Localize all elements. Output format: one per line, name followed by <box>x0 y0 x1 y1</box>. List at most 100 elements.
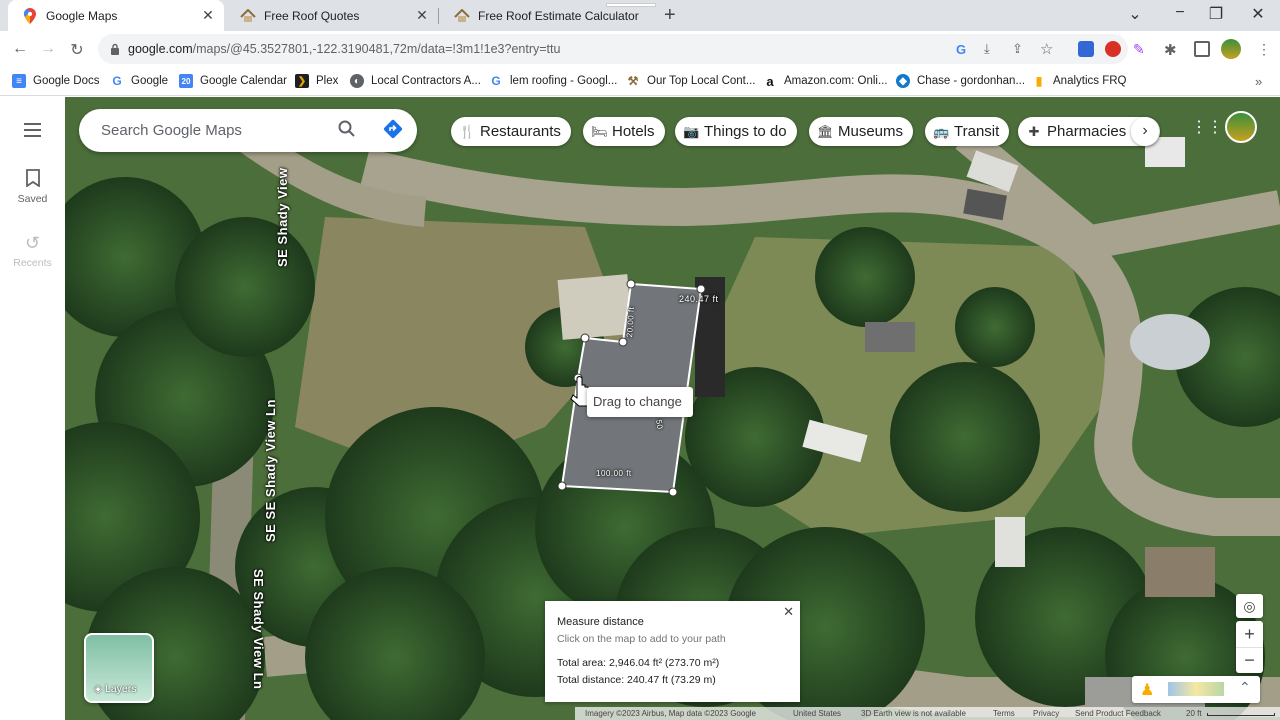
zoom-out-button[interactable]: − <box>1236 647 1263 673</box>
pegman-icon[interactable]: ♟ <box>1140 680 1154 700</box>
bookmark-local-contractors[interactable]: ◐ Local Contractors A... <box>350 74 481 88</box>
bookmark-label: Plex <box>316 75 339 87</box>
bookmark-google-docs[interactable]: ≡ Google Docs <box>12 74 99 88</box>
museum-icon: 🏛 <box>817 123 834 139</box>
saved-label: Saved <box>17 193 48 205</box>
terms-link[interactable]: Terms <box>993 709 1015 718</box>
bookmark-chase[interactable]: ◆ Chase - gordonhan... <box>896 74 1025 88</box>
bookmark-label: Google Calendar <box>200 75 287 87</box>
imagery-attribution: Imagery ©2023 Airbus, Map data ©2023 Goo… <box>585 709 757 718</box>
maximize-button[interactable]: ❐ <box>1206 4 1226 24</box>
tab-google-maps[interactable]: Google Maps ✕ <box>8 0 224 31</box>
chips-next-chevron-icon[interactable]: › <box>1131 117 1159 146</box>
bookmark-google[interactable]: G Google <box>110 74 168 88</box>
measure-subtitle: Click on the map to add to your path <box>557 633 726 645</box>
saved-button[interactable]: Saved <box>0 169 65 205</box>
bookmark-google-calendar[interactable]: 20 Google Calendar <box>179 74 287 88</box>
chip-restaurants[interactable]: 🍴 Restaurants <box>451 117 571 146</box>
recents-label: Recents <box>13 257 52 269</box>
tab-search-chevron-icon[interactable]: ⌄ <box>1125 4 1145 24</box>
bookmark-label: Google Docs <box>33 75 100 87</box>
pill-icon: ✚ <box>1028 123 1040 139</box>
bookmark-star-icon[interactable]: ☆ <box>1040 40 1056 58</box>
extension-blue-icon[interactable] <box>1078 41 1094 57</box>
docs-icon: ≡ <box>12 74 26 88</box>
history-icon: ↺ <box>24 233 41 253</box>
extension-red-icon[interactable] <box>1105 41 1121 57</box>
url-host: google.com <box>128 42 193 56</box>
bus-icon: 🚌 <box>933 123 950 139</box>
bookmark-label: Amazon.com: Onli... <box>784 75 888 87</box>
my-location-icon[interactable]: ◎ <box>1236 594 1263 618</box>
bookmark-local-contractors-2[interactable]: ⚒ Our Top Local Cont... <box>626 74 756 88</box>
account-avatar[interactable] <box>1225 111 1257 143</box>
privacy-link[interactable]: Privacy <box>1033 709 1059 718</box>
search-input[interactable]: Search Google Maps <box>101 122 242 139</box>
measure-distance-card: Measure distance Click on the map to add… <box>545 601 800 702</box>
edge-length-right: 50 <box>654 419 665 431</box>
camera-icon: 📷 <box>683 123 700 139</box>
forward-arrow-icon[interactable]: → <box>38 40 58 58</box>
address-bar[interactable]: google.com/maps/@45.3527801,-122.3190481… <box>98 34 1128 64</box>
close-window-button[interactable]: ✕ <box>1248 4 1268 24</box>
extension-pen-icon[interactable]: ✎ <box>1133 41 1149 57</box>
layers-button[interactable]: ◈ Layers <box>84 633 154 703</box>
share-icon[interactable]: ⇪ <box>1012 41 1028 57</box>
minimize-button[interactable]: − <box>1170 4 1190 22</box>
extensions-puzzle-icon[interactable]: ✱ <box>1164 41 1180 59</box>
chip-label: Museums <box>838 123 904 140</box>
map-footer: Imagery ©2023 Airbus, Map data ©2023 Goo… <box>575 707 1280 720</box>
recents-button[interactable]: ↺ Recents <box>0 233 65 269</box>
chip-hotels[interactable]: 🛏 Hotels <box>583 117 665 146</box>
bookmark-label: Our Top Local Cont... <box>647 75 756 87</box>
new-tab-button[interactable]: + <box>664 4 676 27</box>
bookmark-label: Chase - gordonhan... <box>917 75 1026 87</box>
tab-roof-estimate-calculator[interactable]: Free Roof Estimate Calculator <box>440 0 656 31</box>
total-area: Total area: 2,946.04 ft² (273.70 m²) <box>557 657 720 669</box>
plex-icon: ❯ <box>295 74 309 88</box>
chip-things-to-do[interactable]: 📷 Things to do <box>675 117 797 146</box>
tab-title: Free Roof Estimate Calculator <box>478 8 639 23</box>
chase-icon: ◆ <box>896 74 910 88</box>
imagery-thumbnail[interactable] <box>1168 682 1224 696</box>
chip-museums[interactable]: 🏛 Museums <box>809 117 914 146</box>
scale-label: 20 ft <box>1186 709 1202 718</box>
country-label: United States <box>793 709 842 718</box>
calendar-icon: 20 <box>179 74 193 88</box>
google-maps-pin-icon <box>22 7 38 24</box>
reload-icon[interactable]: ↻ <box>67 40 87 60</box>
search-icon[interactable] <box>338 120 356 143</box>
bookmark-plex[interactable]: ❯ Plex <box>295 74 338 88</box>
analytics-icon: ▮ <box>1035 74 1043 88</box>
tab-close-icon[interactable]: ✕ <box>414 7 430 24</box>
profile-avatar[interactable] <box>1221 39 1241 59</box>
feedback-link[interactable]: Send Product Feedback <box>1075 709 1161 718</box>
chip-transit[interactable]: 🚌 Transit <box>925 117 1010 146</box>
bookmark-lem-roofing[interactable]: Glem roofing - Googl... <box>489 74 617 88</box>
tab-close-icon[interactable]: ✕ <box>200 7 216 24</box>
amazon-icon: a <box>766 73 774 89</box>
tab-title: Google Maps <box>46 8 118 23</box>
bookmark-amazon[interactable]: a Amazon.com: Onli... <box>763 73 888 89</box>
more-menu-icon[interactable]: ⋮ <box>1257 41 1273 57</box>
more-bookmarks-chevron-icon[interactable]: » <box>1255 74 1262 89</box>
close-icon[interactable]: ✕ <box>783 604 794 620</box>
globe-icon: ◐ <box>350 74 364 88</box>
directions-icon[interactable] <box>383 119 403 144</box>
zoom-in-button[interactable]: + <box>1236 621 1263 647</box>
street-label-bottom: SE Shady View Ln <box>251 569 266 690</box>
bookmark-analytics[interactable]: ▮ Analytics FRQ <box>1032 74 1127 88</box>
search-box[interactable]: Search Google Maps <box>79 109 417 152</box>
browser-tab-bar: Google Maps ✕ Free Roof Quotes ✕ Free Ro… <box>0 0 1280 31</box>
bed-icon: 🛏 <box>591 123 608 139</box>
tab-close-icon[interactable] <box>606 3 656 7</box>
satellite-map[interactable]: 240.47 ft 20.00 ft 100.00 ft 50 SE Shady… <box>65 97 1280 720</box>
expand-chevron-icon[interactable]: ⌃ <box>1239 679 1251 696</box>
fork-knife-icon: 🍴 <box>459 123 476 139</box>
hamburger-menu-icon[interactable] <box>24 123 41 141</box>
install-app-icon[interactable]: ⤓ <box>984 41 1000 57</box>
tab-free-roof-quotes[interactable]: Free Roof Quotes ✕ <box>226 0 439 31</box>
google-lens-icon[interactable]: G <box>956 42 972 58</box>
back-arrow-icon[interactable]: ← <box>10 40 30 58</box>
side-panel-icon[interactable] <box>1194 41 1210 57</box>
